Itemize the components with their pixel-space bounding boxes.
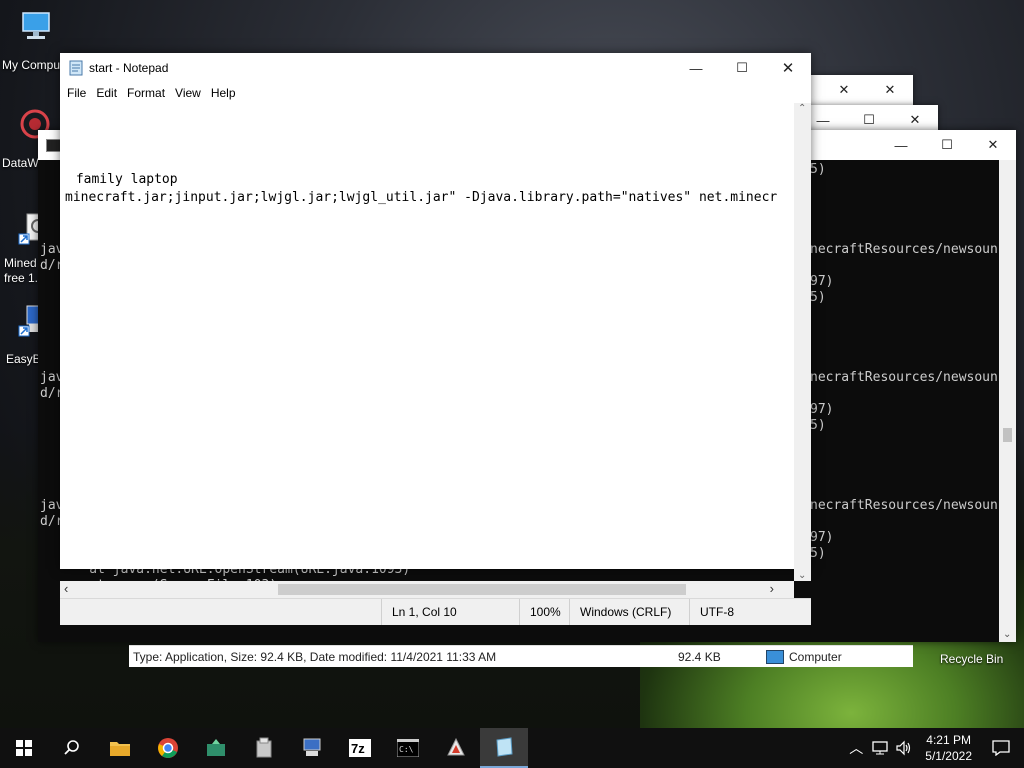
clock[interactable]: 4:21 PM 5/1/2022: [925, 732, 972, 764]
status-line-ending-segment: Windows (CRLF): [569, 599, 690, 625]
explorer-status-bar: Type: Application, Size: 92.4 KB, Date m…: [129, 645, 913, 667]
console-right-text: 5) necraftResources/newsoun 97) 5) necra…: [810, 162, 998, 561]
maximize-icon[interactable]: ☐: [719, 53, 765, 83]
app-icon-archive: [256, 737, 272, 758]
chevron-down-icon[interactable]: ⌄: [1003, 629, 1011, 640]
window-controls: — ☐ ✕: [673, 53, 811, 83]
taskbar-cmd[interactable]: C:\: [384, 728, 432, 768]
window-title: start - Notepad: [89, 61, 169, 75]
background-window-2[interactable]: — ☐ ✕: [800, 105, 938, 133]
chrome-icon: [158, 738, 178, 758]
menu-view[interactable]: View: [170, 86, 206, 100]
menu-edit[interactable]: Edit: [91, 86, 122, 100]
menu-file[interactable]: File: [62, 86, 91, 100]
text-editor[interactable]: family laptop minecraft.jar;jinput.jar;l…: [60, 103, 794, 581]
taskbar: 7z C:\ ︿ 4:21 PM 5/1/2022: [0, 728, 1024, 768]
notepad-status-bar: Ln 1, Col 10 100% Windows (CRLF) UTF-8: [60, 598, 811, 625]
desktop-icon-label: Recycle Bin: [940, 652, 1004, 666]
status-zoom: 100%: [530, 605, 561, 619]
start-button[interactable]: [0, 728, 48, 768]
chevron-up-icon[interactable]: ⌃: [798, 103, 806, 114]
status-position: Ln 1, Col 10: [392, 605, 457, 619]
vertical-scrollbar[interactable]: ⌃ ⌄: [794, 103, 811, 581]
background-window-1[interactable]: ✕ ✕: [800, 75, 913, 107]
window-controls: ✕ ✕: [821, 75, 913, 105]
scroll-thumb[interactable]: [278, 584, 686, 595]
close-icon[interactable]: ✕: [821, 75, 867, 105]
taskbar-java[interactable]: [432, 728, 480, 768]
notepad-window[interactable]: start - Notepad — ☐ ✕ File Edit Format V…: [60, 53, 811, 625]
app-icon-green: [207, 739, 225, 756]
explorer-status-details: Type: Application, Size: 92.4 KB, Date m…: [133, 649, 497, 664]
notepad-icon: [496, 737, 513, 757]
clock-time: 4:21 PM: [926, 733, 971, 747]
7zip-icon: 7z: [349, 739, 371, 757]
volume-icon[interactable]: [895, 740, 913, 756]
desktop-icon-label: My Compu: [2, 58, 61, 72]
taskbar-chrome[interactable]: [144, 728, 192, 768]
close-icon[interactable]: ✕: [765, 53, 811, 83]
start-icon: [16, 740, 32, 756]
computer-icon: [766, 649, 784, 664]
status-position-segment: Ln 1, Col 10: [381, 599, 512, 625]
text-line-2: minecraft.jar;jinput.jar;lwjgl.jar;lwjgl…: [65, 190, 778, 205]
desktop-icon-label: EasyB: [6, 352, 41, 366]
desktop-icon-label: DataW: [2, 156, 39, 170]
notepad-titlebar[interactable]: start - Notepad — ☐ ✕: [60, 53, 811, 83]
taskbar-app-archive[interactable]: [240, 728, 288, 768]
explorer-status-size: 92.4 KB: [678, 649, 721, 664]
notification-icon[interactable]: [992, 740, 1010, 756]
search-button[interactable]: [48, 728, 96, 768]
maximize-icon[interactable]: ☐: [924, 130, 970, 160]
console-scrollbar[interactable]: ⌄: [999, 160, 1016, 642]
explorer-status-location: Computer: [789, 649, 842, 664]
menu-help[interactable]: Help: [206, 86, 241, 100]
close-icon[interactable]: ✕: [970, 130, 1016, 160]
taskbar-7zip[interactable]: 7z: [336, 728, 384, 768]
system-tray: ︿ 4:21 PM 5/1/2022: [849, 728, 1024, 768]
taskbar-notepad[interactable]: [480, 728, 528, 768]
notepad-icon: [69, 60, 83, 76]
search-icon: [64, 740, 79, 755]
computer-icon: [22, 12, 50, 39]
close-icon[interactable]: ✕: [867, 75, 913, 105]
taskbar-file-explorer[interactable]: [96, 728, 144, 768]
text-line-1: family laptop: [68, 172, 178, 187]
menu-format[interactable]: Format: [122, 86, 170, 100]
chevron-right-icon[interactable]: ›: [770, 581, 774, 596]
chevron-up-icon[interactable]: ︿: [849, 738, 863, 758]
menu-bar: File Edit Format View Help: [60, 83, 811, 103]
minimize-icon[interactable]: —: [878, 130, 924, 160]
status-encoding-segment: UTF-8: [689, 599, 810, 625]
svg-text:7z: 7z: [351, 741, 365, 756]
cmd-icon: C:\: [397, 739, 419, 757]
app-icon-computer: [303, 738, 321, 756]
chevron-down-icon[interactable]: ⌄: [798, 570, 806, 581]
chevron-left-icon[interactable]: ‹: [64, 581, 68, 596]
desktop-icon-my-computer[interactable]: My Compu: [2, 10, 72, 72]
window-controls: — ☐ ✕: [878, 130, 1016, 160]
minimize-icon[interactable]: —: [673, 53, 719, 83]
java-icon: [447, 737, 465, 756]
horizontal-scrollbar[interactable]: ‹ ›: [60, 581, 794, 598]
clock-date: 5/1/2022: [925, 749, 972, 763]
file-explorer-icon: [110, 742, 130, 756]
svg-text:C:\: C:\: [399, 745, 414, 754]
taskbar-app-computer[interactable]: [288, 728, 336, 768]
network-icon[interactable]: [871, 740, 889, 756]
scroll-thumb[interactable]: [1003, 428, 1012, 442]
status-line-ending: Windows (CRLF): [580, 605, 672, 619]
status-encoding: UTF-8: [700, 605, 734, 619]
taskbar-app-green[interactable]: [192, 728, 240, 768]
